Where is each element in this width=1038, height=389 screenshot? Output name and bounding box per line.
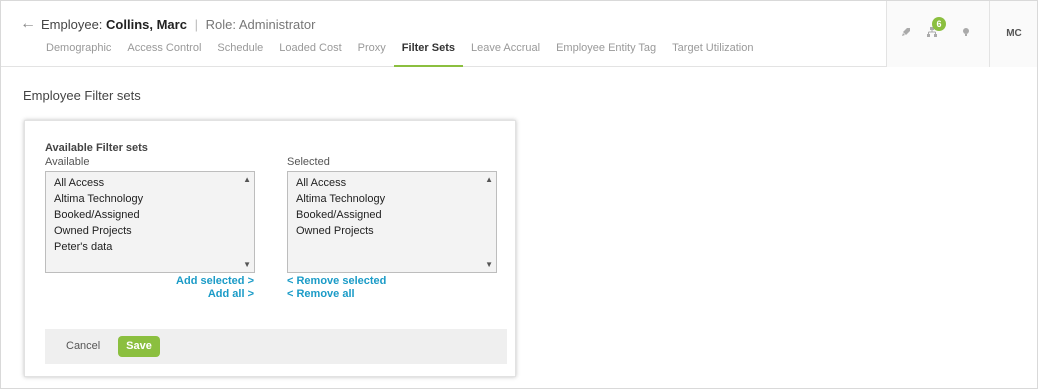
quick-icons: 6 [886,1,989,67]
notification-badge[interactable]: 6 [932,17,946,31]
title-prefix: Employee: [41,17,103,32]
save-button[interactable]: Save [118,336,160,357]
section-title: Available Filter sets [45,142,148,154]
app-frame: ← Employee: Collins, Marc | Role: Admini… [0,0,1038,389]
selected-label: Selected [287,156,330,168]
add-all-link[interactable]: Add all > [208,288,254,300]
list-item[interactable]: Peter's data [46,239,254,255]
page-title: Employee Filter sets [23,88,141,103]
tab-schedule[interactable]: Schedule [209,39,271,67]
card-footer: Cancel Save [45,329,507,364]
available-listbox[interactable]: All Access Altima Technology Booked/Assi… [45,171,255,273]
tab-filter-sets[interactable]: Filter Sets [393,39,463,67]
scroll-down-icon[interactable]: ▼ [243,260,251,269]
scroll-up-icon[interactable]: ▲ [485,175,493,184]
scroll-down-icon[interactable]: ▼ [485,260,493,269]
user-menu: MC [989,1,1037,67]
add-selected-link[interactable]: Add selected > [176,275,254,287]
tab-access-control[interactable]: Access Control [119,39,209,67]
tab-loaded-cost[interactable]: Loaded Cost [271,39,349,67]
arrow-left-icon[interactable]: ← [20,16,36,32]
tab-proxy[interactable]: Proxy [350,39,394,67]
selected-listbox[interactable]: All Access Altima Technology Booked/Assi… [287,171,497,273]
tab-target-utilization[interactable]: Target Utilization [664,39,761,67]
list-item[interactable]: All Access [288,175,496,191]
list-item[interactable]: Altima Technology [46,191,254,207]
title-separator: | [194,17,198,32]
list-item[interactable]: Owned Projects [288,223,496,239]
employee-role: Role: Administrator [205,17,316,32]
scroll-up-icon[interactable]: ▲ [243,175,251,184]
tab-employee-entity-tag[interactable]: Employee Entity Tag [548,39,664,67]
remove-all-link[interactable]: < Remove all [287,288,355,300]
list-item[interactable]: Altima Technology [288,191,496,207]
lightbulb-icon[interactable] [958,26,974,42]
header-actions: 6 MC [886,1,1037,67]
employee-header: ← Employee: Collins, Marc | Role: Admini… [1,1,1037,67]
page-heading: Employee: Collins, Marc | Role: Administ… [41,17,315,32]
tab-leave-accrual[interactable]: Leave Accrual [463,39,548,67]
list-item[interactable]: Booked/Assigned [288,207,496,223]
cancel-button[interactable]: Cancel [66,340,100,352]
tab-demographic[interactable]: Demographic [38,39,119,67]
remove-selected-link[interactable]: < Remove selected [287,275,386,287]
tab-bar: Demographic Access Control Schedule Load… [38,39,762,67]
filter-sets-card: Available Filter sets Available Selected… [24,120,516,377]
list-item[interactable]: All Access [46,175,254,191]
avatar[interactable]: MC [1000,22,1028,46]
employee-name: Collins, Marc [106,17,187,32]
rocket-icon[interactable] [898,26,914,42]
list-item[interactable]: Booked/Assigned [46,207,254,223]
available-label: Available [45,156,90,168]
list-item[interactable]: Owned Projects [46,223,254,239]
